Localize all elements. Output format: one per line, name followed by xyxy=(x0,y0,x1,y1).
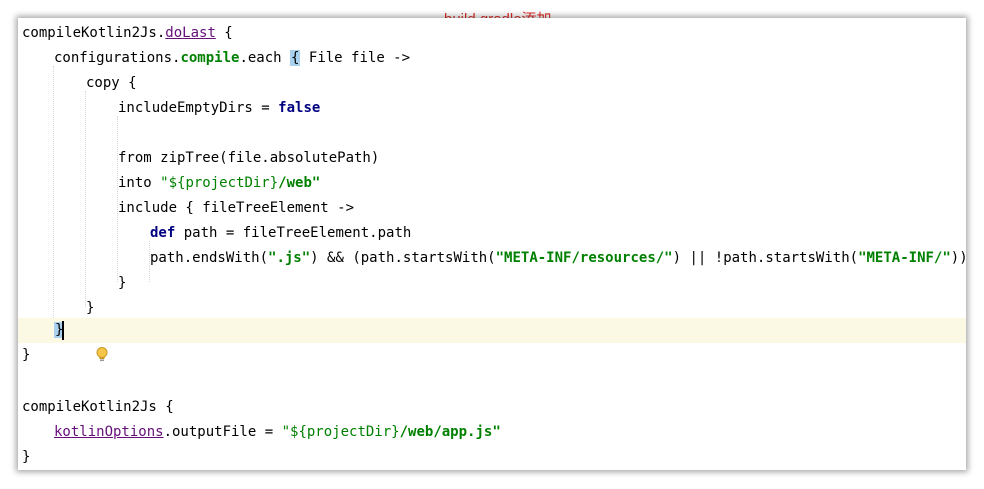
code-token: from zipTree(file.absolutePath) xyxy=(118,150,380,166)
code-line[interactable]: configurations.compile.each { File file … xyxy=(18,46,966,71)
code-line[interactable]: from zipTree(file.absolutePath) xyxy=(18,146,966,171)
code-line[interactable]: compileKotlin2Js.doLast { xyxy=(18,21,966,46)
code-token: /web/app.js" xyxy=(399,424,501,440)
code-token: doLast xyxy=(165,25,216,41)
code-token: "META-INF/" xyxy=(858,250,951,266)
code-token: } xyxy=(86,300,95,316)
code-line[interactable]: includeEmptyDirs = false xyxy=(18,96,966,121)
code-token: "${projectDir} xyxy=(281,424,400,440)
code-token: } xyxy=(118,275,127,291)
code-line[interactable]: compileKotlin2Js { xyxy=(18,395,966,420)
code-token: )) xyxy=(950,250,966,266)
code-editor[interactable]: compileKotlin2Js.doLast { configurations… xyxy=(18,18,966,470)
code-line[interactable]: kotlinOptions.outputFile = "${projectDir… xyxy=(18,420,966,445)
code-token: path = fileTreeElement.path xyxy=(175,225,412,241)
code-token: includeEmptyDirs = xyxy=(118,100,279,116)
code-token: def xyxy=(150,225,176,241)
code-token: false xyxy=(278,100,321,116)
screenshot-frame: build.gradle添加 compileKotlin2Js.doLast {… xyxy=(0,0,984,489)
text-caret xyxy=(62,321,64,340)
code-line[interactable] xyxy=(18,368,966,393)
code-line[interactable]: include { fileTreeElement -> xyxy=(18,196,966,221)
code-token: path.endsWith( xyxy=(150,250,269,266)
code-token: } xyxy=(22,347,31,363)
matched-brace: { xyxy=(290,50,301,66)
code-token: into xyxy=(118,175,161,191)
code-token: kotlinOptions xyxy=(54,424,164,440)
code-token: configurations. xyxy=(54,50,181,66)
code-token: File file -> xyxy=(300,50,411,66)
code-line[interactable]: } xyxy=(18,343,966,368)
code-token: .outputFile = xyxy=(163,424,282,440)
code-line[interactable]: } xyxy=(18,271,966,296)
code-token: include { fileTreeElement -> xyxy=(118,200,355,216)
code-token: { xyxy=(215,25,233,41)
code-line[interactable]: def path = fileTreeElement.path xyxy=(18,221,966,246)
code-token: "META-INF/resources/" xyxy=(495,250,673,266)
lightbulb-icon[interactable] xyxy=(28,321,108,362)
code-line[interactable]: copy { xyxy=(18,71,966,96)
code-line[interactable]: } xyxy=(18,445,966,470)
code-token: /web" xyxy=(278,175,321,191)
code-token: ) || !path.startsWith( xyxy=(672,250,859,266)
code-token: compileKotlin2Js { xyxy=(22,399,174,415)
code-token: "${projectDir} xyxy=(160,175,279,191)
code-line[interactable]: path.endsWith(".js") && (path.startsWith… xyxy=(18,246,966,271)
code-token: .each xyxy=(239,50,291,66)
code-token: ".js" xyxy=(268,250,311,266)
code-token: ) && (path.startsWith( xyxy=(310,250,496,266)
code-token: compileKotlin2Js. xyxy=(22,25,166,41)
code-token: } xyxy=(22,449,31,465)
code-token: copy { xyxy=(86,75,137,91)
code-line[interactable]: into "${projectDir}/web" xyxy=(18,171,966,196)
code-token: compile xyxy=(180,50,240,66)
code-line[interactable] xyxy=(18,121,966,146)
current-code-line[interactable]: } xyxy=(18,318,966,362)
